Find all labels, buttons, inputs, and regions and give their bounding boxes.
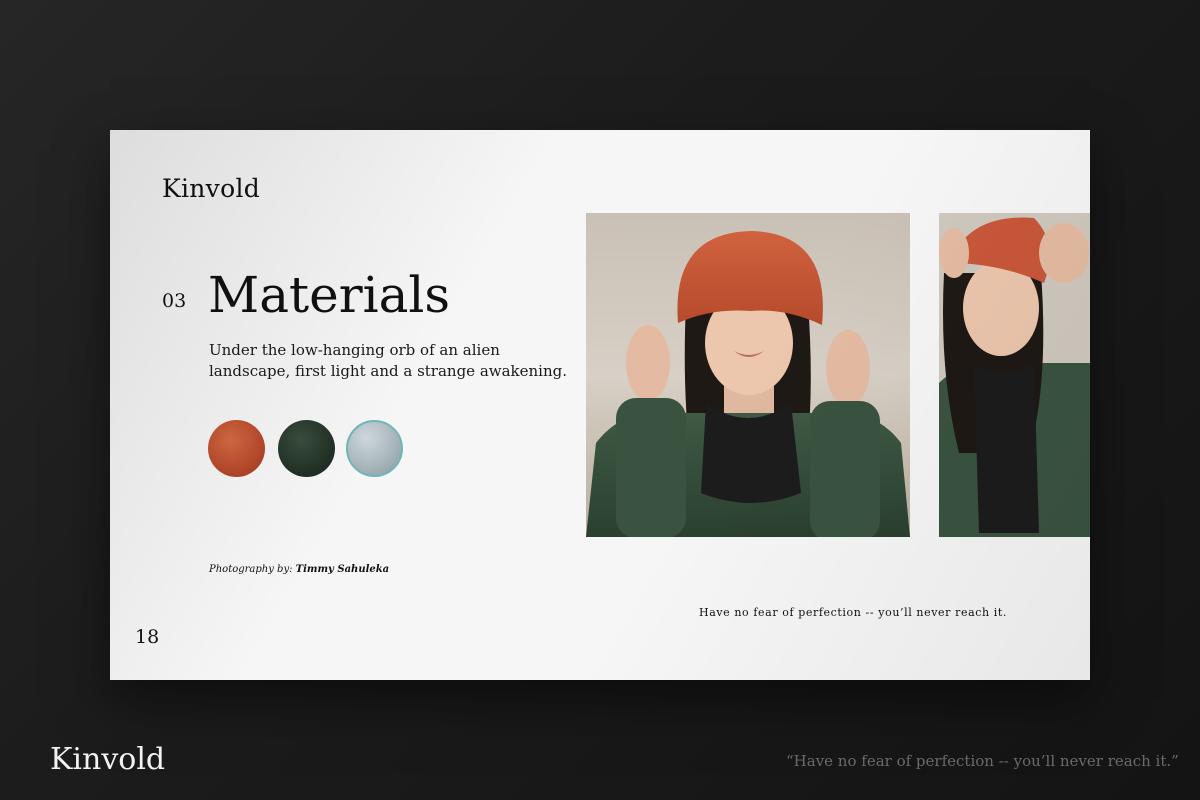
footer-quote: “Have no fear of perfection -- you’ll ne… [786,752,1179,770]
model-illustration-secondary [939,213,1090,537]
presentation-slide: Kinvold 03 Materials Under the low-hangi… [110,130,1090,680]
section-description: Under the low-hanging orb of an alien la… [209,341,567,380]
credit-name: Timmy Sahuleka [295,564,390,575]
swatch-orange-knit [208,420,265,477]
model-photo-secondary [939,213,1090,537]
credit-prefix: Photography by: [209,564,293,575]
model-illustration-main [586,231,910,537]
section-title: Materials [208,266,451,324]
page-number: 18 [135,626,160,648]
swatch-silver-fabric [346,420,403,477]
photo-credit: Photography by: Timmy Sahuleka [209,564,389,575]
section-number: 03 [162,290,187,312]
slide-quote: Have no fear of perfection -- you’ll nev… [699,606,1008,619]
footer-logo: Kinvold [50,742,166,777]
model-photo-main [586,213,910,537]
slide-logo: Kinvold [162,174,261,203]
swatch-green-knit [278,420,335,477]
